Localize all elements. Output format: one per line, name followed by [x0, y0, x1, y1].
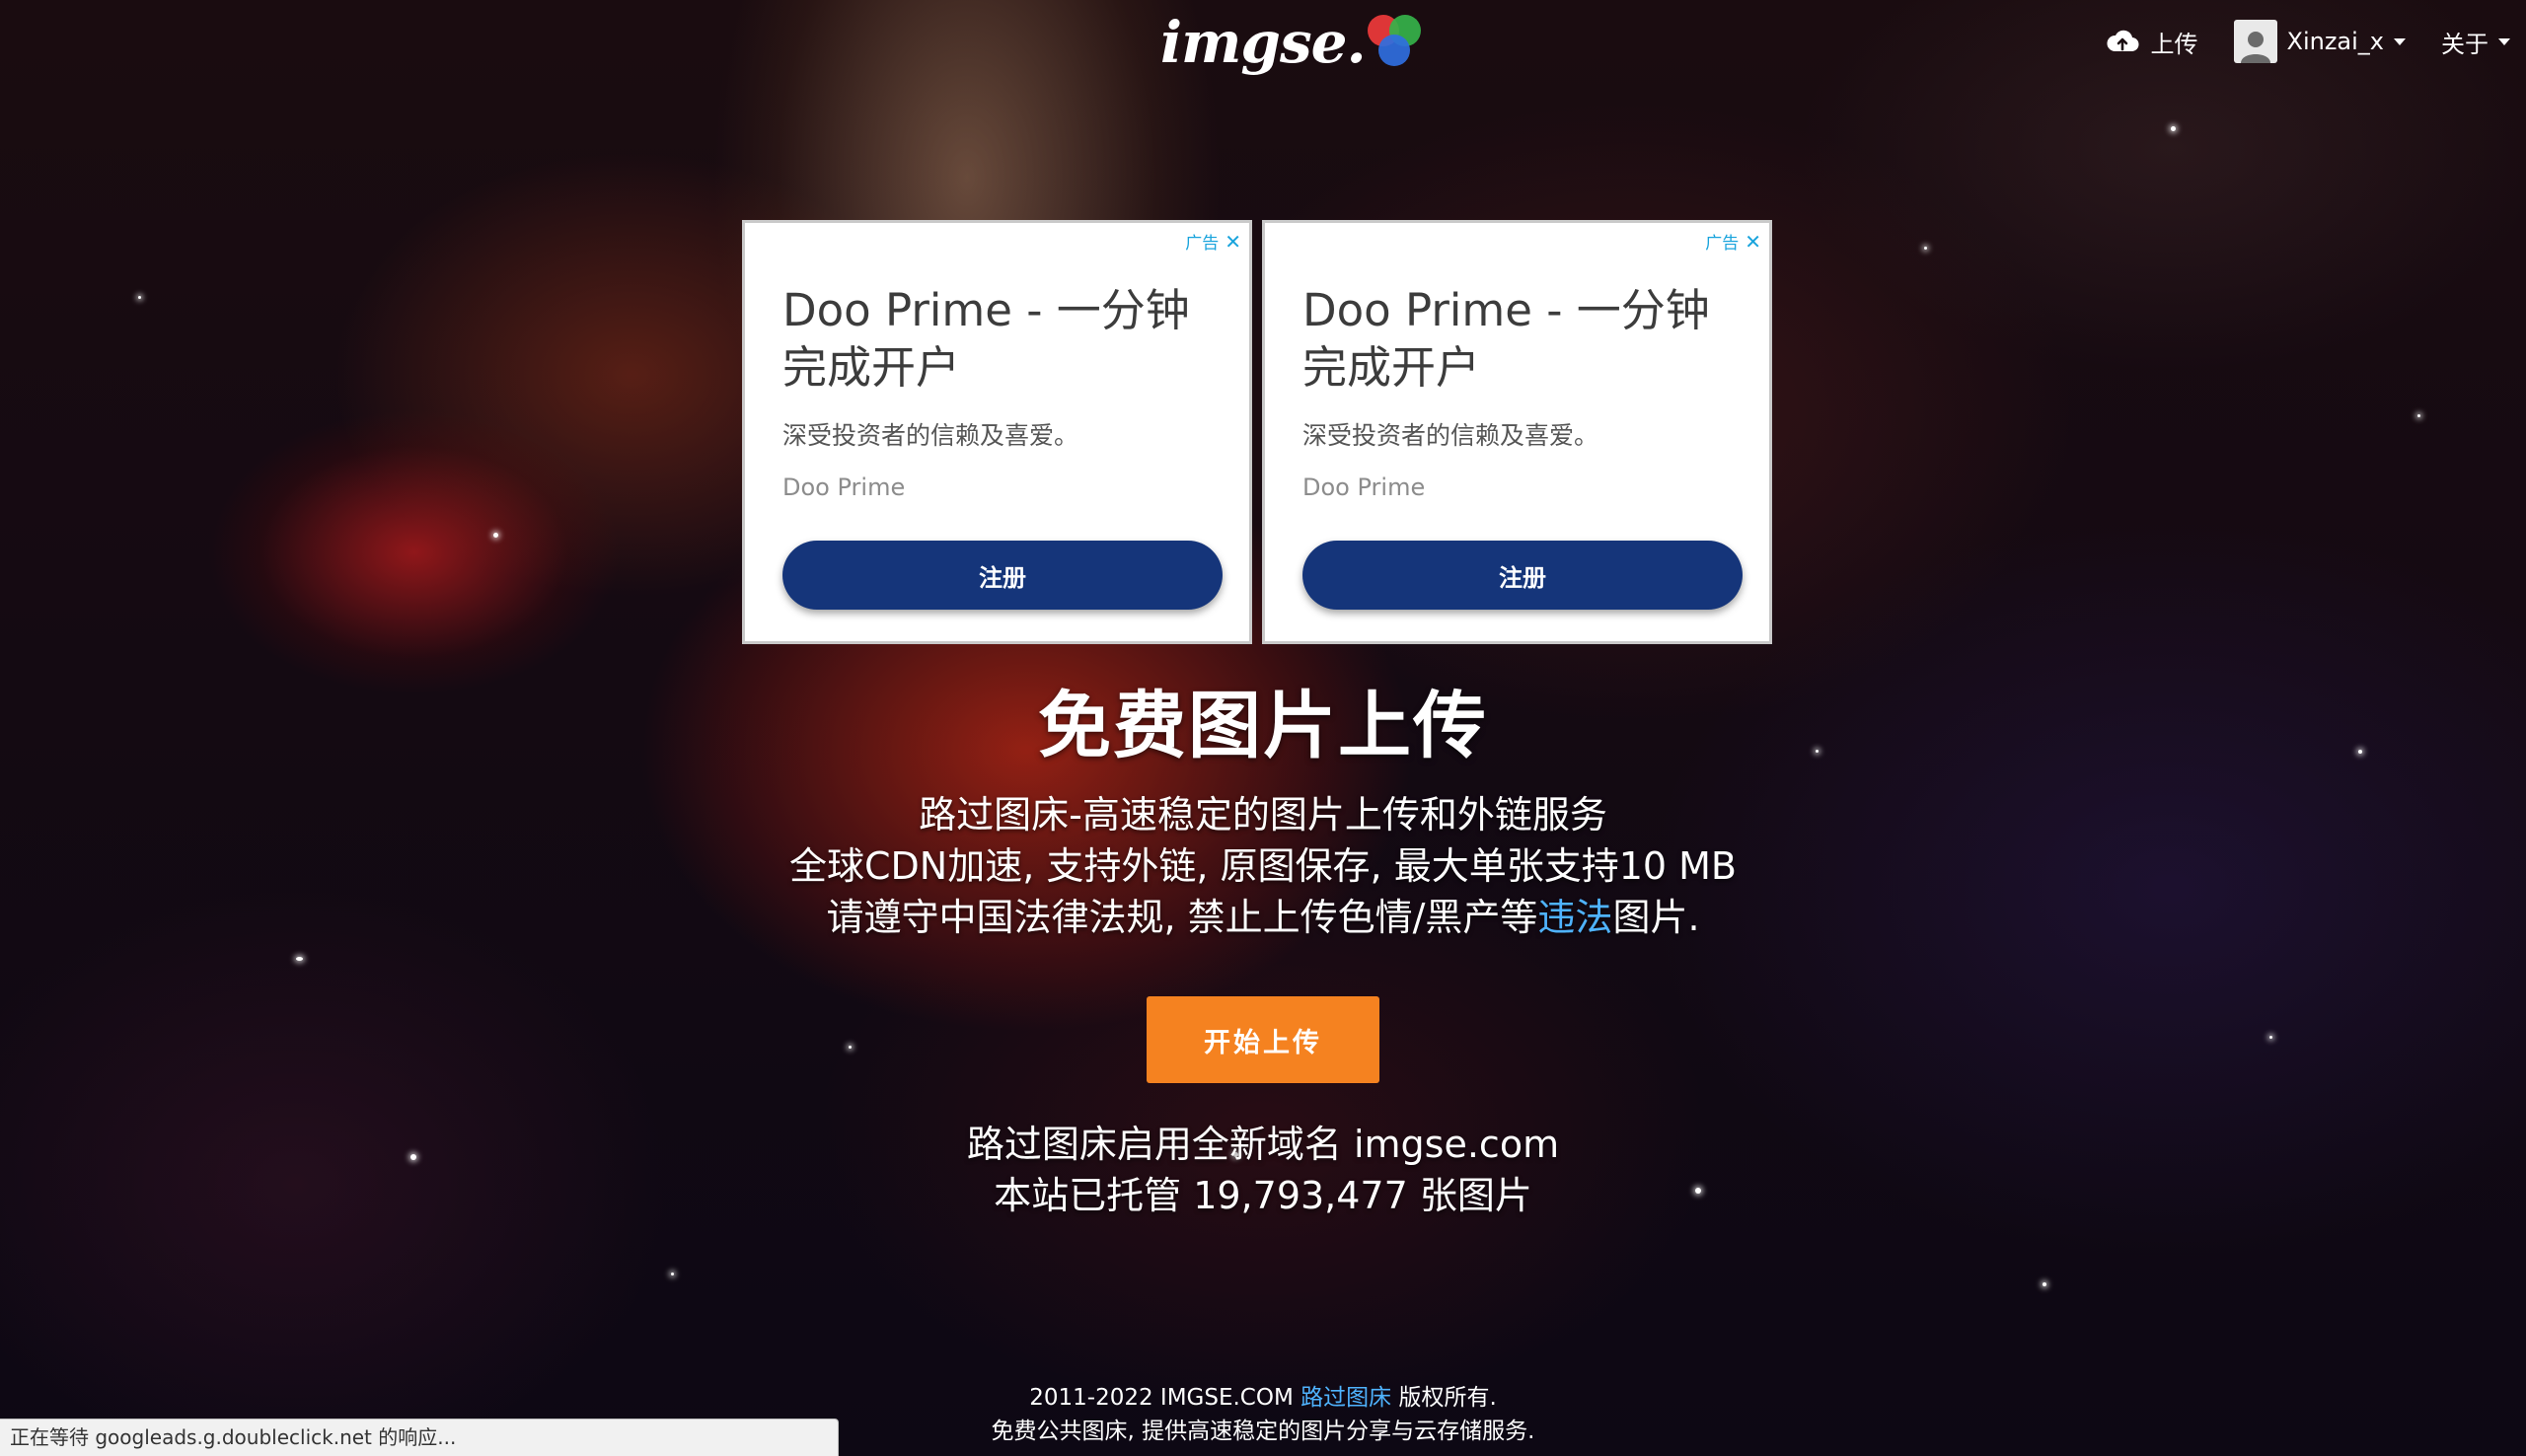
hero-line-3: 请遵守中国法律法规, 禁止上传色情/黑产等违法图片. [0, 892, 2526, 943]
nav-user-label: Xinzai_x [2286, 28, 2385, 55]
nav-upload-label: 上传 [2150, 30, 2198, 58]
star [849, 1046, 852, 1049]
ad-banner-row: 广告 ✕ Doo Prime - 一分钟完成开户 深受投资者的信赖及喜爱。 Do… [742, 220, 1772, 644]
illegal-content-link[interactable]: 违法 [1537, 896, 1612, 939]
star [671, 1273, 674, 1275]
footer-site-link[interactable]: 路过图床 [1300, 1385, 1391, 1411]
star [296, 957, 303, 961]
star [2269, 1036, 2272, 1039]
star [2417, 414, 2420, 417]
nav-user-menu[interactable]: Xinzai_x [2233, 20, 2406, 63]
chevron-down-icon [2394, 37, 2406, 45]
ad-tag-label: 广告 [1185, 234, 1220, 254]
star [2171, 126, 2176, 131]
hero-line-3-post: 图片. [1612, 896, 1700, 939]
close-icon[interactable]: ✕ [1745, 232, 1761, 252]
nav-about-menu[interactable]: 关于 [2441, 25, 2510, 59]
site-logo[interactable]: imgse. [1160, 8, 1431, 77]
ad-register-button[interactable]: 注册 [782, 541, 1223, 610]
cloud-upload-icon [2106, 30, 2139, 52]
close-icon[interactable]: ✕ [1225, 232, 1241, 252]
ad-choices-tag[interactable]: 广告 ✕ [1185, 229, 1241, 255]
ad-tag-label: 广告 [1705, 234, 1740, 254]
ad-brand: Doo Prime [782, 473, 906, 501]
hero-description: 路过图床-高速稳定的图片上传和外链服务 全球CDN加速, 支持外链, 原图保存,… [0, 789, 2526, 943]
logo-balls-icon [1367, 13, 1431, 72]
hero-line-3-pre: 请遵守中国法律法规, 禁止上传色情/黑产等 [826, 896, 1538, 939]
ad-register-button[interactable]: 注册 [1302, 541, 1743, 610]
ad-choices-tag[interactable]: 广告 ✕ [1705, 229, 1761, 255]
nav-about-label: 关于 [2441, 30, 2489, 58]
top-nav: 上传 Xinzai_x 关于 [2070, 14, 2510, 69]
start-upload-button[interactable]: 开始上传 [1147, 996, 1379, 1083]
star [138, 296, 141, 299]
ad-description: 深受投资者的信赖及喜爱。 [782, 421, 1079, 450]
page-headline: 免费图片上传 [1038, 684, 1488, 768]
browser-status-bar: 正在等待 googleads.g.doubleclick.net 的响应... [0, 1419, 839, 1456]
star [493, 533, 498, 538]
ad-card[interactable]: 广告 ✕ Doo Prime - 一分钟完成开户 深受投资者的信赖及喜爱。 Do… [742, 220, 1252, 644]
user-avatar-icon [2233, 20, 2277, 63]
site-stats: 路过图床启用全新域名 imgse.com 本站已托管 19,793,477 张图… [0, 1119, 2526, 1221]
footer-copyright-post: 版权所有. [1398, 1385, 1497, 1411]
ad-title[interactable]: Doo Prime - 一分钟完成开户 [1302, 282, 1737, 397]
ad-brand: Doo Prime [1302, 473, 1426, 501]
ad-title[interactable]: Doo Prime - 一分钟完成开户 [782, 282, 1217, 397]
footer-copyright-pre: 2011-2022 IMGSE.COM [1029, 1385, 1294, 1411]
star [1924, 247, 1927, 250]
hero-line-2: 全球CDN加速, 支持外链, 原图保存, 最大单张支持10 MB [789, 844, 1737, 888]
hosted-count-line: 本站已托管 19,793,477 张图片 [994, 1174, 1532, 1217]
ad-card[interactable]: 广告 ✕ Doo Prime - 一分钟完成开户 深受投资者的信赖及喜爱。 Do… [1262, 220, 1772, 644]
nav-upload-button[interactable]: 上传 [2106, 25, 2198, 59]
ad-description: 深受投资者的信赖及喜爱。 [1302, 421, 1599, 450]
new-domain-line: 路过图床启用全新域名 imgse.com [966, 1123, 1560, 1166]
star [2043, 1282, 2046, 1286]
logo-text: imgse. [1160, 9, 1367, 76]
footer-copyright: 2011-2022 IMGSE.COM 路过图床 版权所有. [0, 1381, 2526, 1415]
hero-line-1: 路过图床-高速稳定的图片上传和外链服务 [919, 793, 1607, 837]
chevron-down-icon [2498, 37, 2510, 45]
